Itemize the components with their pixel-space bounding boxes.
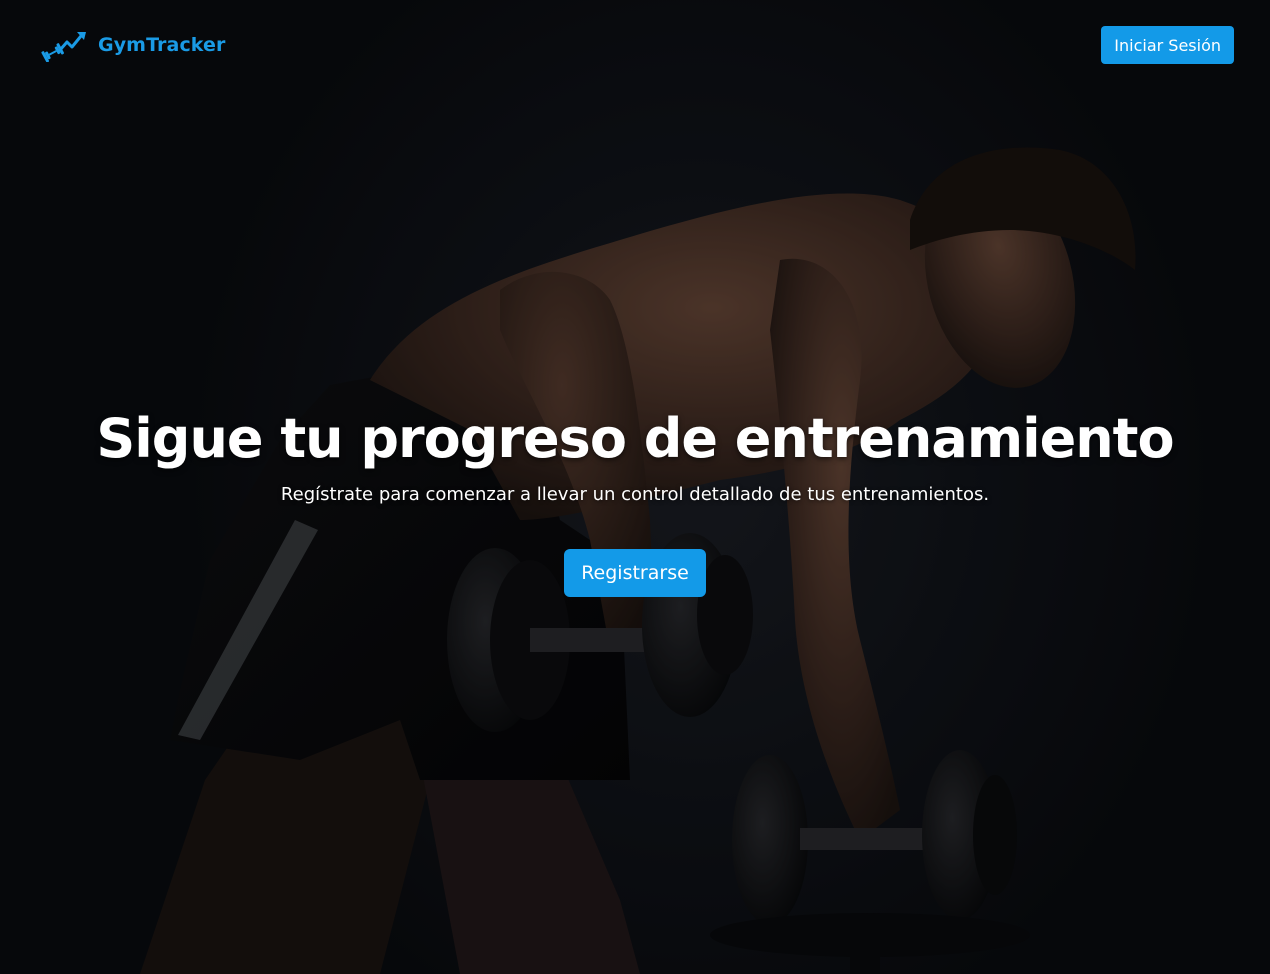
hero-subtitle: Regístrate para comenzar a llevar un con… (280, 484, 990, 505)
brand-logo[interactable]: GymTracker (40, 28, 226, 62)
hero-section: Sigue tu progreso de entrenamiento Regís… (0, 402, 1270, 597)
landing-page: GymTracker Iniciar Sesión Sigue tu progr… (0, 0, 1270, 974)
hero-title: Sigue tu progreso de entrenamiento (96, 407, 1174, 470)
dumbbell-trend-icon (41, 32, 86, 62)
top-navbar: GymTracker Iniciar Sesión (0, 0, 1270, 90)
brand-name: GymTracker (98, 34, 226, 56)
register-button[interactable]: Registrarse (564, 549, 706, 597)
login-button[interactable]: Iniciar Sesión (1101, 26, 1234, 64)
